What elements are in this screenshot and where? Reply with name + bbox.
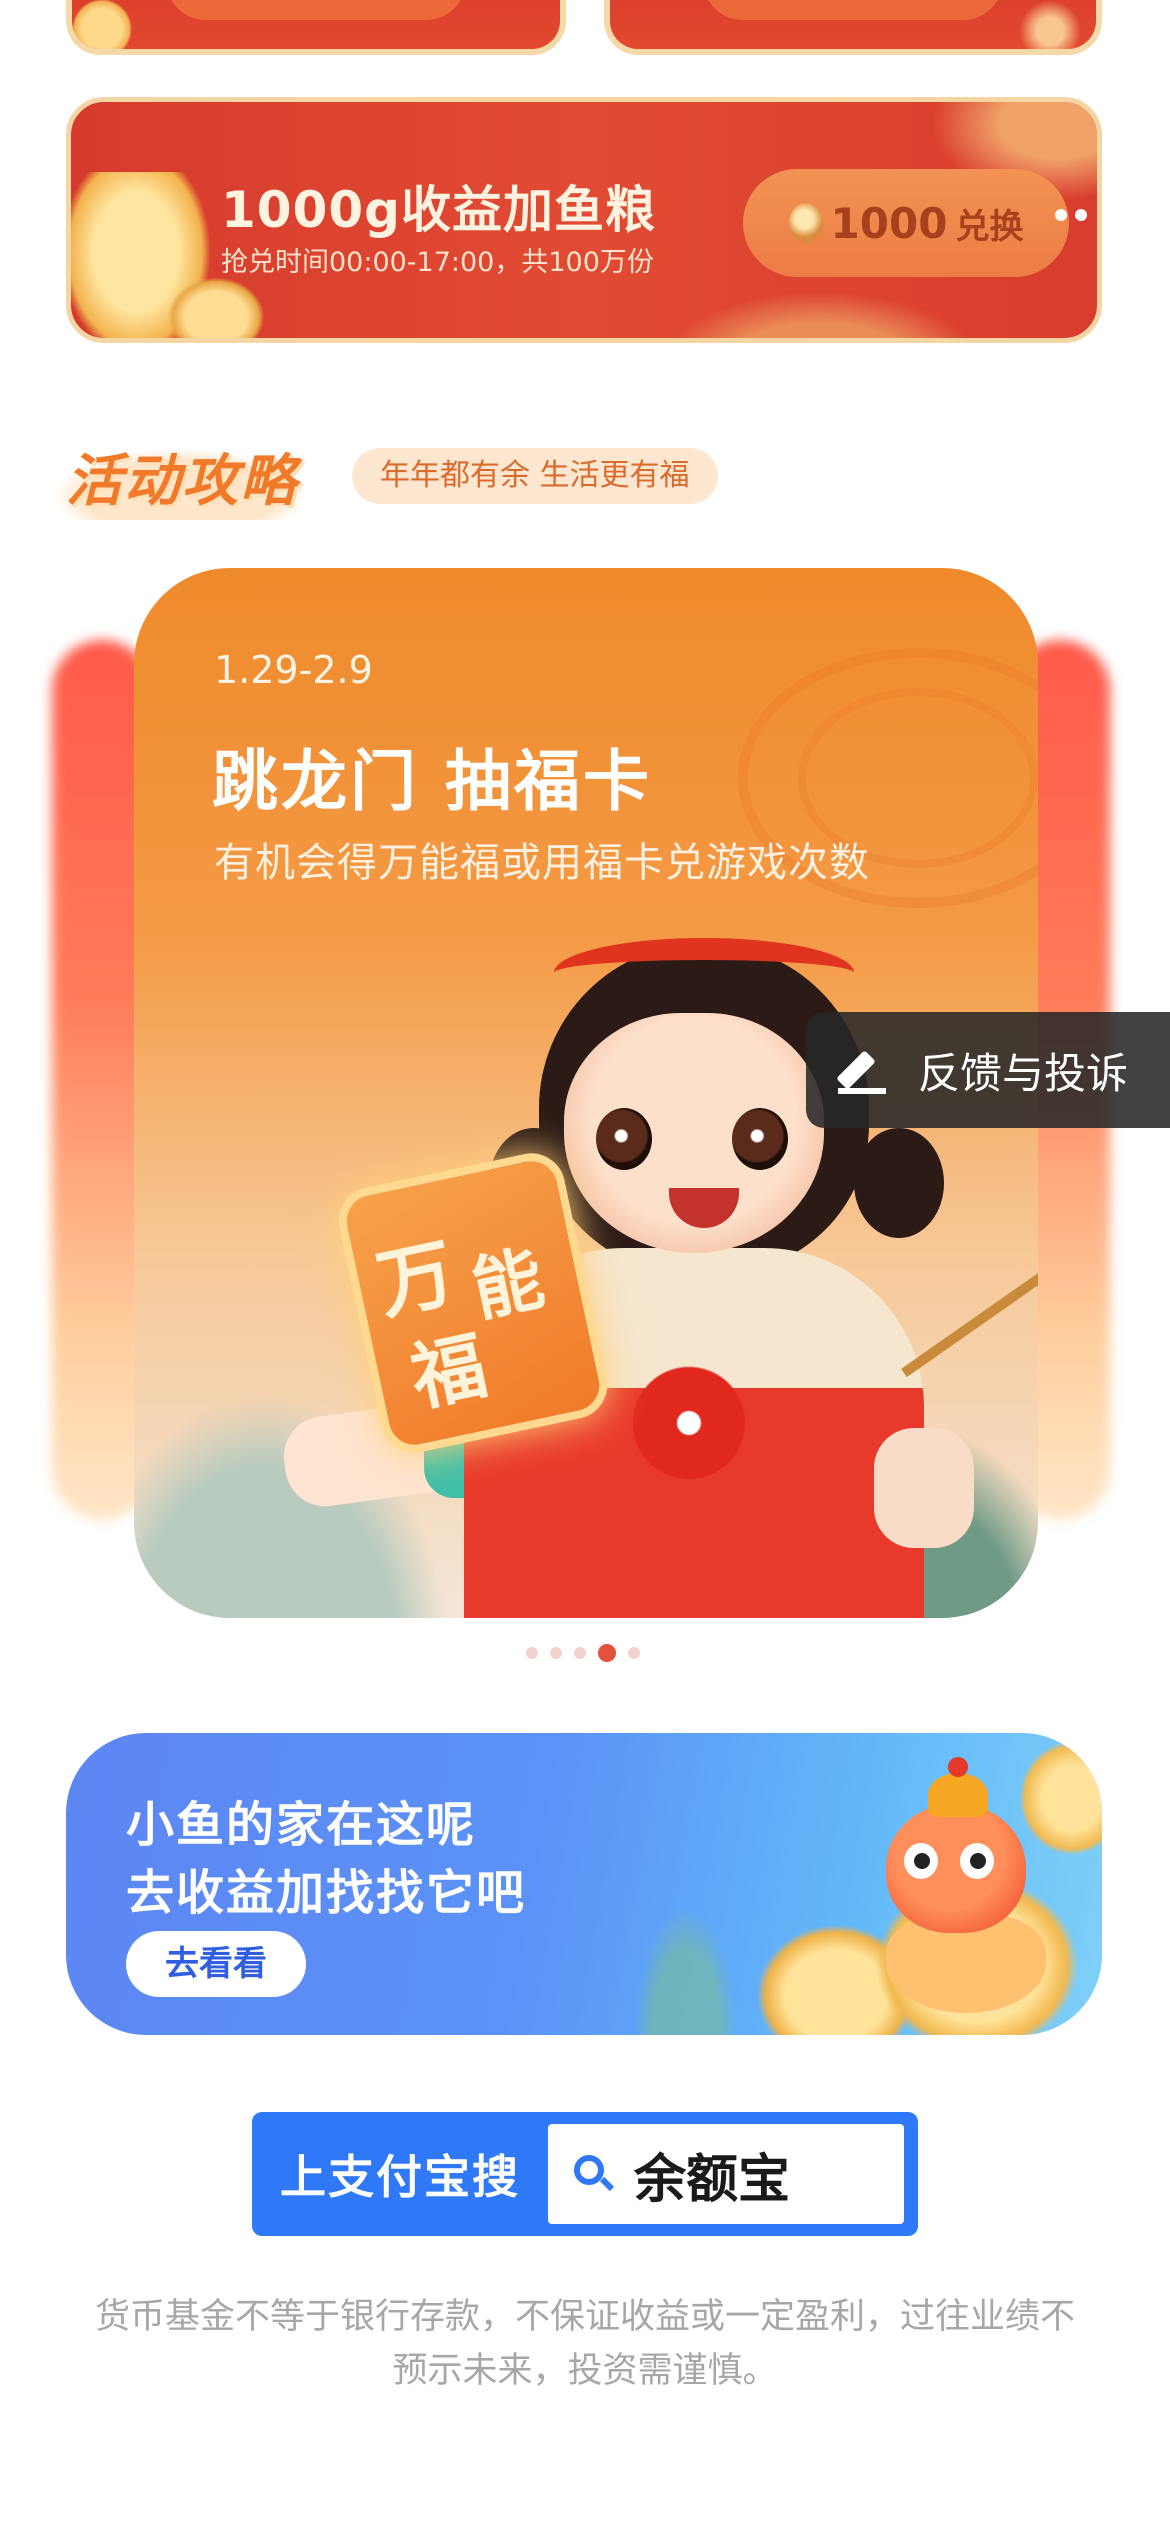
go-see-button[interactable]: 去看看 <box>126 1931 306 1997</box>
feedback-label: 反馈与投诉 <box>918 1048 1129 1098</box>
alipay-search-block[interactable]: 上支付宝搜 余额宝 <box>252 2112 918 2236</box>
page-dot[interactable] <box>550 1647 562 1659</box>
chinese-knot-decoration <box>624 1358 754 1488</box>
character-eye <box>732 1108 788 1170</box>
activity-title: 跳龙门 抽福卡 <box>212 743 652 820</box>
carousel-pagination <box>526 1644 640 1662</box>
fish-eyes <box>904 1843 1004 1883</box>
fish-banner-line1: 小鱼的家在这呢 <box>126 1797 477 1853</box>
section-header: 活动攻略 <box>30 430 330 520</box>
cloud-decoration <box>996 0 1086 49</box>
exchange-button[interactable]: 1000 兑换 <box>743 169 1069 277</box>
section-title: 活动攻略 <box>66 449 298 514</box>
coin-icon <box>788 203 823 243</box>
brush-stick <box>901 1254 1038 1378</box>
exchange-subtitle: 抢兑时间00:00-17:00，共100万份 <box>221 247 654 278</box>
exchange-amount: 1000 <box>830 198 948 248</box>
search-query: 余额宝 <box>634 2149 791 2210</box>
crown-icon <box>928 1757 988 1817</box>
activity-subtitle: 有机会得万能福或用福卡兑游戏次数 <box>214 840 870 886</box>
section-tag: 年年都有余 生活更有福 <box>352 448 718 504</box>
fish-banner-line2: 去收益加找找它吧 <box>126 1865 527 1921</box>
gold-coin-decoration <box>1012 1733 1102 1863</box>
wave-decoration <box>631 278 1011 338</box>
exchange-banner[interactable]: 1000g收益加鱼粮 抢兑时间00:00-17:00，共100万份 1000 兑… <box>66 97 1102 343</box>
top-card-right-button[interactable] <box>703 0 1003 20</box>
page-dot[interactable] <box>526 1647 538 1659</box>
disclaimer-line1: 货币基金不等于银行存款，不保证收益或一定盈利，过往业绩不 <box>94 2297 1075 2337</box>
search-icon <box>570 2151 616 2197</box>
character-bun <box>854 1128 944 1238</box>
disclaimer-line2: 预示未来，投资需谨慎。 <box>392 2351 778 2391</box>
page-dot-active[interactable] <box>598 1644 616 1662</box>
activity-date: 1.29-2.9 <box>214 648 373 692</box>
risk-disclaimer: 货币基金不等于银行存款，不保证收益或一定盈利，过往业绩不 预示未来，投资需谨慎。 <box>40 2290 1130 2398</box>
exchange-title: 1000g收益加鱼粮 <box>221 181 656 239</box>
search-prompt-label: 上支付宝搜 <box>280 2150 520 2204</box>
coin-decoration <box>72 0 142 49</box>
character-arm <box>874 1428 974 1548</box>
page-dot[interactable] <box>628 1647 640 1659</box>
page-dot[interactable] <box>574 1647 586 1659</box>
exchange-label: 兑换 <box>955 206 1024 247</box>
top-card-left-button[interactable] <box>166 0 466 20</box>
character-eye <box>596 1108 652 1170</box>
pen-icon <box>836 1044 888 1096</box>
character-headband <box>554 938 854 1008</box>
gold-coin-decoration <box>161 272 271 338</box>
seaweed-decoration <box>626 1885 746 2035</box>
top-card-left[interactable] <box>66 0 566 55</box>
search-box[interactable]: 余额宝 <box>548 2124 904 2224</box>
top-card-right[interactable] <box>604 0 1102 55</box>
feedback-button[interactable]: 反馈与投诉 <box>806 1012 1170 1128</box>
fish-home-banner[interactable]: 小鱼的家在这呢 去收益加找找它吧 去看看 <box>66 1733 1102 2035</box>
more-dots-icon <box>1055 209 1087 221</box>
